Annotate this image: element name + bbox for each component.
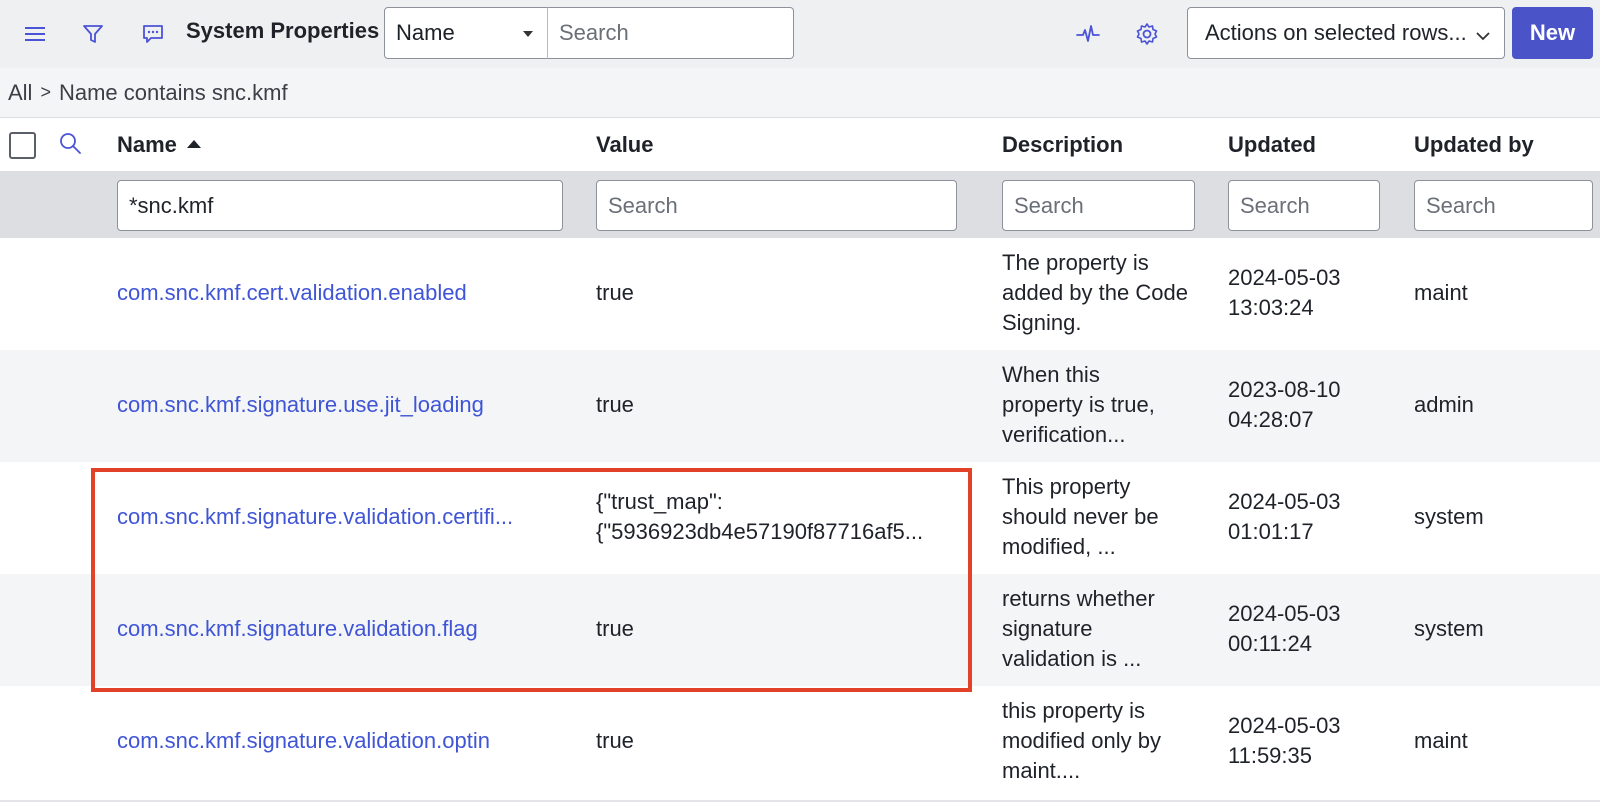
value-cell: true	[596, 616, 634, 641]
gear-icon[interactable]	[1130, 17, 1164, 51]
search-input[interactable]: Search	[547, 7, 794, 59]
description-line: verification...	[1002, 422, 1126, 447]
value-filter-input[interactable]: Search	[596, 180, 957, 231]
name-filter-input[interactable]: *snc.kmf	[117, 180, 563, 231]
value-cell: true	[596, 392, 634, 417]
description-line: should never be	[1002, 504, 1159, 529]
updated-cell: 2024-05-03 13:03:24	[1228, 263, 1368, 323]
table-row: com.snc.kmf.signature.validation.certifi…	[0, 462, 1600, 574]
breadcrumb-condition[interactable]: Name contains snc.kmf	[59, 80, 288, 106]
list-title: System Properties	[186, 18, 380, 43]
description-filter-input[interactable]: Search	[1002, 180, 1195, 231]
description-line: validation is ...	[1002, 646, 1142, 671]
property-name-link[interactable]: com.snc.kmf.signature.validation.optin	[117, 726, 490, 756]
table-row: com.snc.kmf.signature.validation.optin t…	[0, 686, 1600, 798]
sort-ascending-icon	[186, 140, 201, 149]
value-cell: true	[596, 728, 634, 753]
updated-cell: 2023-08-10 04:28:07	[1228, 375, 1368, 435]
description-line: maint....	[1002, 758, 1081, 783]
updated-date: 2024-05-03	[1228, 265, 1341, 290]
updated-time: 04:28:07	[1228, 407, 1314, 432]
updated-date: 2024-05-03	[1228, 601, 1341, 626]
updated-by-cell: admin	[1414, 392, 1474, 417]
chevron-down-icon	[1474, 25, 1492, 51]
column-header-description[interactable]: Description	[1002, 132, 1123, 158]
value-cell: {"trust_map": {"5936923db4e57190f87716af…	[596, 487, 923, 547]
value-line: {"5936923db4e57190f87716af5...	[596, 519, 924, 544]
breadcrumb-all[interactable]: All	[8, 80, 32, 106]
column-header-row: Name Value Description Updated Updated b…	[0, 119, 1600, 171]
updated-time: 01:01:17	[1228, 519, 1314, 544]
property-name-link[interactable]: com.snc.kmf.cert.validation.enabled	[117, 278, 467, 308]
column-search-icon[interactable]	[58, 131, 84, 162]
updated-time: 13:03:24	[1228, 295, 1314, 320]
property-name-link[interactable]: com.snc.kmf.signature.validation.certifi…	[117, 502, 513, 532]
description-cell: When this property is true, verification…	[1002, 360, 1202, 450]
description-line: modified only by	[1002, 728, 1161, 753]
column-header-updated[interactable]: Updated	[1228, 132, 1316, 158]
updated-cell: 2024-05-03 11:59:35	[1228, 711, 1368, 771]
updated-by-cell: maint	[1414, 280, 1468, 305]
description-line: When this	[1002, 362, 1100, 387]
property-name-link[interactable]: com.snc.kmf.signature.validation.flag	[117, 614, 478, 644]
description-cell: This property should never be modified, …	[1002, 472, 1202, 562]
select-all-checkbox[interactable]	[9, 132, 36, 159]
table-row: com.snc.kmf.cert.validation.enabled true…	[0, 238, 1600, 350]
value-line: {"trust_map":	[596, 489, 723, 514]
column-filter-row: *snc.kmf Search Search Search Search	[0, 171, 1600, 238]
updated-time: 00:11:24	[1228, 631, 1313, 656]
list-toolbar: System Properties Name Search Actions on…	[0, 0, 1600, 68]
actions-select[interactable]: Actions on selected rows...	[1187, 7, 1505, 59]
updated-by-cell: system	[1414, 616, 1484, 641]
updated-filter-input[interactable]: Search	[1228, 180, 1380, 231]
chat-icon[interactable]	[136, 17, 170, 51]
description-line: Signing.	[1002, 310, 1082, 335]
filter-icon[interactable]	[76, 17, 110, 51]
column-header-updated-by[interactable]: Updated by	[1414, 132, 1534, 158]
updated-date: 2024-05-03	[1228, 489, 1341, 514]
description-line: The property is	[1002, 250, 1149, 275]
description-cell: The property is added by the Code Signin…	[1002, 248, 1202, 338]
description-cell: this property is modified only by maint.…	[1002, 696, 1202, 786]
value-cell: true	[596, 280, 634, 305]
column-header-name-label: Name	[117, 132, 177, 157]
updated-cell: 2024-05-03 01:01:17	[1228, 487, 1368, 547]
column-header-value[interactable]: Value	[596, 132, 653, 158]
breadcrumb: All > Name contains snc.kmf	[0, 68, 1600, 118]
updated-cell: 2024-05-03 00:11:24	[1228, 599, 1368, 659]
menu-icon[interactable]	[18, 17, 52, 51]
updated-by-cell: maint	[1414, 728, 1468, 753]
description-line: property is true,	[1002, 392, 1155, 417]
updated-by-cell: system	[1414, 504, 1484, 529]
property-name-link[interactable]: com.snc.kmf.signature.use.jit_loading	[117, 390, 484, 420]
description-line: signature	[1002, 616, 1093, 641]
table-row: com.snc.kmf.signature.validation.flag tr…	[0, 574, 1600, 686]
activity-icon[interactable]	[1071, 17, 1105, 51]
updated-by-filter-input[interactable]: Search	[1414, 180, 1593, 231]
description-line: returns whether	[1002, 586, 1155, 611]
breadcrumb-separator: >	[40, 82, 51, 102]
search-field-select-value: Name	[396, 20, 455, 45]
new-button[interactable]: New	[1512, 7, 1593, 59]
caret-down-icon	[523, 31, 533, 37]
description-line: this property is	[1002, 698, 1146, 723]
description-line: modified, ...	[1002, 534, 1116, 559]
table-row: com.snc.kmf.signature.use.jit_loading tr…	[0, 350, 1600, 462]
search-field-select[interactable]: Name	[384, 7, 548, 59]
actions-select-label: Actions on selected rows...	[1205, 20, 1467, 45]
description-line: This property	[1002, 474, 1131, 499]
description-cell: returns whether signature validation is …	[1002, 584, 1202, 674]
column-header-name[interactable]: Name	[117, 132, 201, 158]
updated-date: 2024-05-03	[1228, 713, 1341, 738]
updated-date: 2023-08-10	[1228, 377, 1341, 402]
updated-time: 11:59:35	[1228, 743, 1313, 768]
description-line: added by the Code	[1002, 280, 1188, 305]
